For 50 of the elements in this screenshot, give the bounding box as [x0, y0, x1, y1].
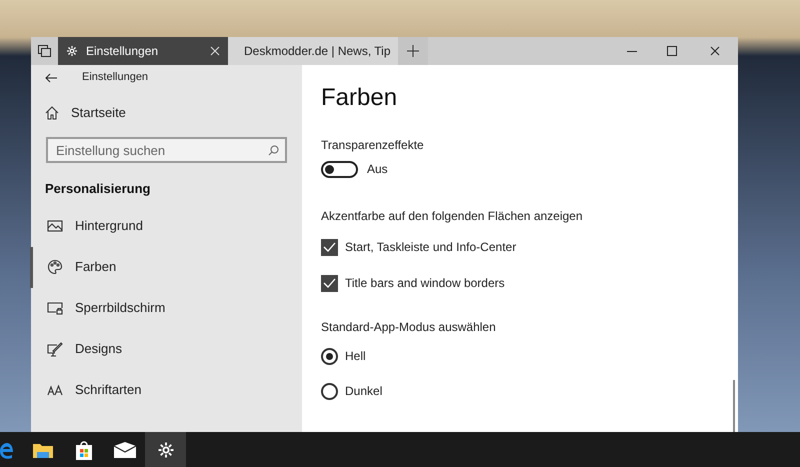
nav-item[interactable]: Schriftarten [30, 370, 302, 410]
radio-option[interactable]: Hell [321, 347, 738, 365]
setting-label: Akzentfarbe auf den folgenden Flächen anzeigen [321, 208, 584, 225]
shopping-bag-icon [74, 440, 94, 460]
scrollbar[interactable] [733, 380, 735, 432]
gear-icon [66, 45, 78, 57]
toggle-state: Aus [367, 161, 388, 178]
nav-item[interactable]: Hintergrund [30, 206, 302, 246]
section-heading: Personalisierung [44, 180, 152, 198]
search-icon[interactable] [268, 145, 279, 156]
checkbox[interactable] [321, 274, 338, 292]
palette-icon [47, 259, 63, 275]
font-size-icon [47, 382, 63, 398]
nav-item[interactable]: Farben [30, 246, 302, 288]
back-arrow-icon [45, 72, 57, 82]
browser-tab[interactable]: Einstellungen [58, 37, 228, 65]
envelope-icon [114, 442, 136, 458]
checkbox[interactable] [321, 238, 338, 256]
close-icon [710, 46, 720, 56]
page-title: Farben [321, 83, 398, 113]
setting-label: Standard-App-Modus auswählen [321, 319, 497, 336]
minimize-icon [627, 50, 637, 52]
back-button[interactable] [45, 72, 57, 82]
search-field[interactable]: Einstellung suchen [46, 137, 287, 163]
maximize-icon [667, 46, 677, 56]
folder-icon [32, 442, 52, 458]
toggle-switch[interactable] [321, 160, 358, 178]
close-icon[interactable] [210, 46, 220, 56]
radio-button[interactable] [321, 382, 338, 400]
radio-option[interactable]: Dunkel [321, 382, 738, 400]
check-icon [323, 242, 336, 252]
gear-icon [156, 440, 174, 458]
check-icon [323, 278, 336, 288]
monitor-brush-icon [47, 341, 63, 357]
setting-label: Transparenzeffekte [321, 137, 425, 154]
radio-button[interactable] [321, 348, 338, 364]
new-tab-button[interactable] [398, 37, 428, 65]
nav-item[interactable]: Sperrbildschirm [30, 288, 302, 328]
monitor-lock-icon [47, 300, 63, 316]
checkbox-option[interactable]: Start, Taskleiste und Info-Center [321, 238, 738, 256]
checkbox-option[interactable]: Title bars and window borders [321, 274, 738, 292]
picture-icon [47, 218, 63, 234]
home-icon [45, 106, 59, 120]
browser-tab[interactable]: Deskmodder.de | News, Tip [228, 37, 398, 65]
nav-item[interactable]: Designs [30, 328, 302, 370]
taskbar-button[interactable] [145, 432, 186, 467]
plus-icon [407, 45, 419, 57]
tabs-icon [38, 45, 51, 57]
home-nav-item[interactable]: Startseite [31, 93, 302, 133]
app-title: Einstellungen [82, 70, 148, 86]
